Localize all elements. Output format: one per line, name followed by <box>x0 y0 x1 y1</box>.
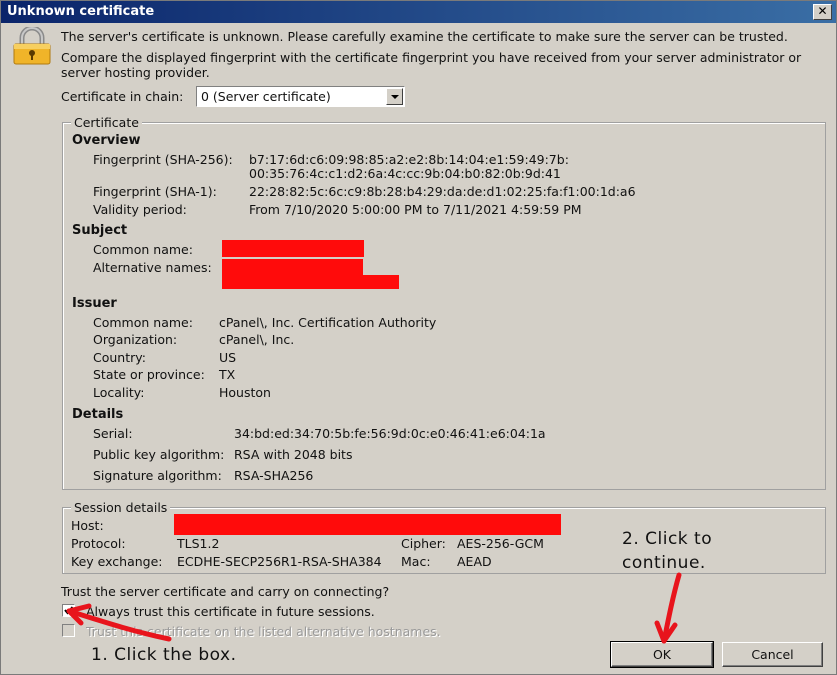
session-legend: Session details <box>71 500 171 515</box>
annotation-step1: 1. Click the box. <box>91 645 237 665</box>
state-value: TX <box>219 367 236 382</box>
window-title: Unknown certificate <box>7 4 155 19</box>
always-trust-label[interactable]: Always trust this certificate in future … <box>86 604 375 619</box>
cancel-button[interactable]: Cancel <box>722 642 823 667</box>
alt-hostnames-checkbox[interactable] <box>62 624 75 637</box>
mac-label: Mac: <box>401 554 431 569</box>
locality-label: Locality: <box>93 385 145 400</box>
subject-common-name-label: Common name: <box>93 242 193 257</box>
organization-label: Organization: <box>93 332 178 347</box>
serial-label: Serial: <box>93 426 133 441</box>
intro-text-1: The server's certificate is unknown. Ple… <box>61 29 788 44</box>
chevron-down-icon[interactable] <box>386 88 403 105</box>
host-label: Host: <box>71 518 104 533</box>
country-label: Country: <box>93 350 146 365</box>
arrow-to-ok-shaft <box>661 572 682 644</box>
signature-label: Signature algorithm: <box>93 468 222 483</box>
alt-hostnames-label[interactable]: Trust this certificate on the listed alt… <box>86 624 441 639</box>
issuer-common-name-value: cPanel\, Inc. Certification Authority <box>219 315 437 330</box>
always-trust-checkbox[interactable] <box>62 604 75 617</box>
sha256-value-2: 00:35:76:4c:c1:d2:6a:4c:cc:9b:04:b0:82:0… <box>249 166 561 181</box>
annotation-step2-line2: continue. <box>622 553 706 573</box>
public-key-value: RSA with 2048 bits <box>234 447 353 462</box>
sha1-label: Fingerprint (SHA-1): <box>93 184 217 199</box>
overview-heading: Overview <box>72 133 141 148</box>
organization-value: cPanel\, Inc. <box>219 332 295 347</box>
protocol-value: TLS1.2 <box>177 536 220 551</box>
cipher-value: AES-256-GCM <box>457 536 544 551</box>
mac-value: AEAD <box>457 554 492 569</box>
redaction-subject-common-name <box>222 240 364 257</box>
sha256-value-1: b7:17:6d:c6:09:98:85:a2:e2:8b:14:04:e1:5… <box>249 152 569 167</box>
key-exchange-value: ECDHE-SECP256R1-RSA-SHA384 <box>177 554 382 569</box>
redaction-host <box>174 514 561 535</box>
intro-text-2: Compare the displayed fingerprint with t… <box>61 50 802 65</box>
key-exchange-label: Key exchange: <box>71 554 163 569</box>
annotation-step2-line1: 2. Click to <box>622 529 713 549</box>
certificate-legend: Certificate <box>71 115 142 130</box>
certificate-dialog: Unknown certificate ✕ The server's certi… <box>0 0 837 675</box>
checkmark-icon <box>64 606 74 615</box>
serial-value: 34:bd:ed:34:70:5b:fe:56:9d:0c:e0:46:41:e… <box>234 426 546 441</box>
arrow-to-ok-head <box>654 620 678 644</box>
chain-selected-value: 0 (Server certificate) <box>201 89 331 104</box>
cipher-label: Cipher: <box>401 536 446 551</box>
redaction-alt-names-1 <box>222 259 363 275</box>
locality-value: Houston <box>219 385 271 400</box>
title-bar[interactable]: Unknown certificate ✕ <box>1 1 836 23</box>
chain-label: Certificate in chain: <box>61 89 184 104</box>
lock-icon <box>13 27 51 65</box>
subject-heading: Subject <box>72 223 128 238</box>
alt-names-label: Alternative names: <box>93 260 212 275</box>
close-icon: ✕ <box>817 4 828 18</box>
certificate-chain-select[interactable]: 0 (Server certificate) <box>196 86 405 107</box>
close-button[interactable]: ✕ <box>813 4 832 20</box>
issuer-heading: Issuer <box>72 296 117 311</box>
validity-label: Validity period: <box>93 202 187 217</box>
sha1-value: 22:28:82:5c:6c:c9:8b:28:b4:29:da:de:d1:0… <box>249 184 636 199</box>
public-key-label: Public key algorithm: <box>93 447 225 462</box>
sha256-label: Fingerprint (SHA-256): <box>93 152 233 167</box>
signature-value: RSA-SHA256 <box>234 468 314 483</box>
ok-button[interactable]: OK <box>610 641 714 668</box>
intro-text-3: server hosting provider. <box>61 65 210 80</box>
country-value: US <box>219 350 237 365</box>
trust-question: Trust the server certificate and carry o… <box>61 584 390 599</box>
validity-value: From 7/10/2020 5:00:00 PM to 7/11/2021 4… <box>249 202 582 217</box>
details-heading: Details <box>72 407 124 422</box>
redaction-alt-names-2 <box>222 275 399 289</box>
protocol-label: Protocol: <box>71 536 126 551</box>
issuer-common-name-label: Common name: <box>93 315 193 330</box>
state-label: State or province: <box>93 367 205 382</box>
